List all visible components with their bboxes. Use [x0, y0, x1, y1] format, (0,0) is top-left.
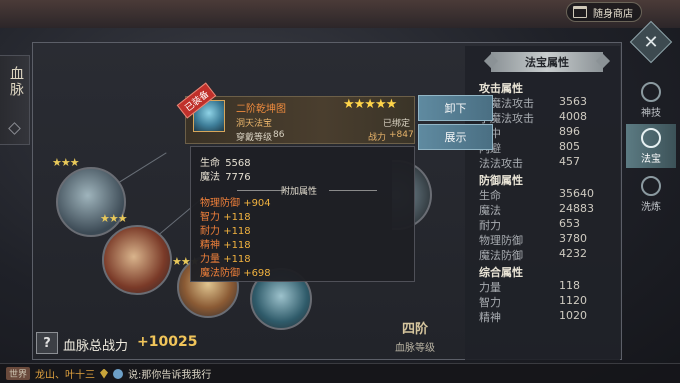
- divine-skill-icon: [641, 81, 661, 102]
- stat-row: 小魔法攻击 4008: [479, 110, 587, 125]
- close-icon: ✕: [643, 31, 659, 53]
- chat-sender[interactable]: 龙山、叶十三: [35, 366, 95, 381]
- attack-section-title: 攻击属性: [479, 82, 523, 95]
- stat-row: 闪避805: [479, 140, 580, 155]
- refine-icon: [641, 175, 661, 196]
- general-section-title: 综合属性: [479, 266, 523, 279]
- treasure-icon: [641, 127, 661, 148]
- treasure-stats-panel: 法宝属性 攻击属性 大魔法攻击3563 小魔法攻击4008 命中896 闪避80…: [465, 46, 620, 360]
- stat-row: 命中896: [479, 125, 580, 140]
- bonus-attr-row: 精神 +118: [200, 240, 251, 251]
- stat-row: 智力 1120: [479, 294, 587, 309]
- item-power-value: +847: [389, 130, 414, 140]
- bloodline-rank: 四阶: [402, 322, 429, 337]
- tab-label: 神技: [641, 107, 661, 119]
- shop-icon: [573, 6, 587, 18]
- chat-bar[interactable]: 世界 龙山、叶十三 说:那你告诉我我行: [0, 363, 680, 383]
- item-name: 二阶乾坤图: [236, 104, 286, 115]
- bloodline-power-value: +10025: [137, 334, 198, 350]
- node-stars: ★★★: [52, 156, 80, 169]
- tab-label: 法宝: [641, 153, 661, 165]
- portable-shop-button[interactable]: 随身商店: [566, 2, 642, 22]
- stat-row: 物理防御 3780: [479, 232, 587, 247]
- bonus-attr-row: 力量 +118: [200, 254, 251, 265]
- item-power-label: 战力: [368, 133, 387, 143]
- base-attr-row: 魔法 7776: [200, 172, 251, 183]
- help-button[interactable]: ?: [36, 332, 58, 354]
- stat-row: 耐力 653: [479, 217, 580, 232]
- vip-gem-icon: [100, 368, 109, 379]
- wear-level-label: 穿戴等级: [236, 133, 273, 143]
- node-stars: ★★★: [100, 212, 128, 225]
- stat-row: 生命 35640: [479, 187, 594, 202]
- wear-level-value: 86: [273, 130, 285, 140]
- item-bound-status: 已绑定: [383, 119, 411, 129]
- bonus-attr-row: 耐力 +118: [200, 226, 251, 237]
- bloodline-tab[interactable]: 血脉: [0, 55, 30, 145]
- chat-message: 说:那你告诉我我行: [128, 370, 212, 381]
- diamond-icon: [8, 122, 21, 135]
- stat-row: 精神 1020: [479, 309, 587, 324]
- bonus-title: 附加属性: [281, 187, 318, 197]
- bonus-attr-row: 智力 +118: [200, 212, 251, 223]
- stat-row: 法法攻击 457: [479, 155, 580, 170]
- defense-section-title: 防御属性: [479, 174, 523, 187]
- tab-divine-skill[interactable]: 神技: [626, 78, 676, 122]
- stat-row: 魔法 24883: [479, 202, 594, 217]
- item-stars: ★★★★★: [343, 97, 397, 112]
- tab-treasure[interactable]: 法宝: [626, 124, 676, 168]
- show-button[interactable]: 展示: [418, 124, 493, 150]
- tab-refine[interactable]: 洗炼: [626, 172, 676, 216]
- chat-avatar-icon: [113, 368, 124, 379]
- bloodline-power-label: 血脉总战力: [63, 339, 129, 354]
- stat-row: 魔法防御 4232: [479, 247, 587, 262]
- tab-label: 洗炼: [641, 201, 661, 213]
- bloodline-rank-label: 血脉等级: [395, 343, 435, 354]
- bloodline-node[interactable]: [56, 167, 126, 237]
- stat-row: 力量 118: [479, 279, 580, 294]
- shop-label: 随身商店: [593, 8, 633, 20]
- stats-header: 法宝属性: [491, 52, 603, 72]
- bonus-attr-row: 物理防御 +904: [200, 198, 271, 209]
- bonus-attr-row: 魔法防御 +698: [200, 268, 271, 279]
- stat-row: 大魔法攻击 3563: [479, 95, 587, 110]
- bloodline-node[interactable]: [102, 225, 172, 295]
- bloodline-tab-label: 血脉: [8, 66, 24, 98]
- base-attr-row: 生命 5568: [200, 158, 251, 169]
- item-type: 洞天法宝: [236, 119, 273, 129]
- unequip-button[interactable]: 卸下: [418, 95, 493, 121]
- chat-channel: 世界: [6, 367, 31, 380]
